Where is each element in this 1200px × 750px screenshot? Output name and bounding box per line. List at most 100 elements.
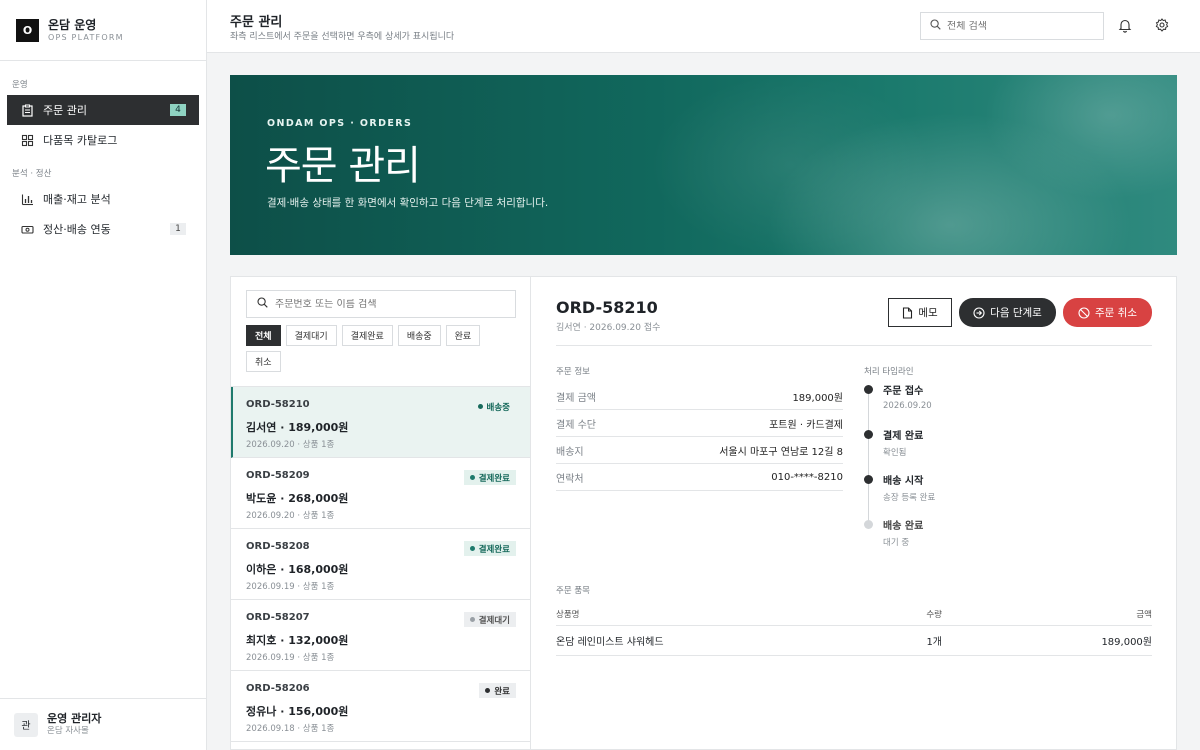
nav-section-operations: 운영 [12,80,28,90]
bell-icon[interactable] [1118,18,1134,34]
grid-icon [20,133,34,147]
timeline-step-sub: 송장 등록 완료 [883,493,936,503]
status-filter-chips: 전체 결제대기 결제완료 배송중 완료 취소 [246,325,516,372]
sidebar-item-orders[interactable]: 주문 관리 4 [7,95,199,125]
order-search-input[interactable] [275,298,495,310]
status-label: 완료 [494,686,510,697]
info-key: 연락처 [556,473,584,485]
status-badge: 완료 [479,683,516,698]
timeline-step-sub: 확인됨 [883,448,907,458]
order-meta: 2026.09.20 · 상품 1종 [246,440,335,450]
sidebar-item-settlement[interactable]: 정산·배송 연동 1 [7,214,199,244]
brand-name: 온담 운영 [48,17,97,32]
status-badge: 결제완료 [463,470,516,485]
status-dot-icon [469,475,475,480]
info-value: 010-****-8210 [771,471,843,483]
order-customer: 이하은 · 168,000원 [246,563,349,576]
item-amount: 189,000원 [1101,637,1152,648]
topbar: 주문 관리 좌측 리스트에서 주문을 선택하면 우측에 상세가 표시됩니다 [207,0,1200,53]
order-id: ORD-58206 [246,683,310,694]
next-step-button[interactable]: 다음 단계로 [959,298,1056,327]
search-icon [930,19,941,33]
timeline-step: 결제 완료 확인됨 [864,427,1124,472]
hero-subtitle: 결제·배송 상태를 한 화면에서 확인하고 다음 단계로 처리합니다. [267,197,549,209]
filter-chip-paid[interactable]: 결제완료 [341,325,393,346]
order-info-heading: 주문 정보 [556,367,590,377]
order-row[interactable]: ORD-58210 배송중 김서연 · 189,000원 2026.09.20 … [231,387,530,458]
status-dot-icon [485,688,491,693]
count-badge: 1 [170,223,186,235]
info-row-address: 배송지 서울시 마포구 연남로 12길 8 [556,437,843,464]
info-key: 결제 수단 [556,419,596,431]
status-label: 결제완료 [478,473,510,484]
clipboard-icon [20,103,34,117]
profile-subtitle: 온담 자사몰 [47,726,89,736]
divider [556,345,1152,346]
order-meta: 2026.09.19 · 상품 1종 [246,582,335,592]
gear-icon[interactable] [1155,18,1171,34]
info-value: 포트원 · 카드결제 [769,419,843,431]
order-detail-panel: ORD-58210 김서연 · 2026.09.20 접수 메모 다음 단계로 … [530,276,1177,750]
order-row[interactable]: ORD-58209 결제완료 박도윤 · 268,000원 2026.09.20… [231,458,530,529]
next-step-button-label: 다음 단계로 [990,307,1042,319]
status-dot-icon [477,404,483,409]
item-qty: 1개 [926,637,942,648]
table-header: 상품명 수량 금액 [556,602,1152,626]
status-label: 배송중 [486,402,510,413]
order-row[interactable]: ORD-58206 완료 정유나 · 156,000원 2026.09.18 ·… [231,671,530,742]
status-badge: 배송중 [472,399,516,414]
cancel-order-button[interactable]: 주문 취소 [1063,298,1152,327]
filter-chip-completed[interactable]: 완료 [445,325,481,346]
order-row[interactable]: ORD-58208 결제완료 이하은 · 168,000원 2026.09.19… [231,529,530,600]
brand[interactable]: O 온담 운영 OPS PLATFORM [0,0,206,61]
sidebar-item-label: 주문 관리 [43,104,87,117]
money-icon [20,222,34,236]
memo-button-label: 메모 [918,307,938,319]
page-subtitle: 좌측 리스트에서 주문을 선택하면 우측에 상세가 표시됩니다 [230,32,455,42]
timeline-step: 배송 시작 송장 등록 완료 [864,472,1124,517]
order-search[interactable] [246,290,516,318]
order-row[interactable]: ORD-58207 결제대기 최지호 · 132,000원 2026.09.19… [231,600,530,671]
info-key: 배송지 [556,446,584,458]
timeline-step-sub: 대기 중 [883,538,910,548]
avatar: 관 [14,712,38,737]
timeline-step: 배송 완료 대기 중 [864,517,1124,562]
brand-logo: O [16,18,39,42]
global-search[interactable] [920,12,1104,40]
order-items-heading: 주문 품목 [556,586,590,596]
status-badge: 결제완료 [463,541,516,556]
sidebar-item-analytics[interactable]: 매출·재고 분석 [7,184,199,214]
filter-chip-pending-payment[interactable]: 결제대기 [285,325,337,346]
process-timeline: 주문 접수 2026.09.20 결제 완료 확인됨 배송 시작 송장 등록 완… [864,382,1124,562]
info-value: 서울시 마포구 연남로 12길 8 [719,446,843,458]
filter-chip-all[interactable]: 전체 [246,325,281,346]
bar-chart-icon [20,192,34,206]
column-header-qty: 수량 [926,609,942,620]
sidebar-item-label: 다품목 카탈로그 [43,134,118,147]
status-dot-icon [469,617,475,622]
item-name: 온담 레인미스트 샤워헤드 [556,637,664,648]
sidebar-item-catalog[interactable]: 다품목 카탈로그 [7,125,199,155]
timeline-step-title: 배송 시작 [883,476,924,487]
filter-chip-cancelled[interactable]: 취소 [246,351,281,372]
timeline-step-sub: 2026.09.20 [883,401,932,411]
filter-chip-shipping[interactable]: 배송중 [397,325,441,346]
status-label: 결제대기 [478,615,510,626]
column-header-name: 상품명 [556,609,580,620]
timeline-heading: 처리 타임라인 [864,367,914,377]
global-search-input[interactable] [947,20,1097,32]
order-items-table: 상품명 수량 금액 온담 레인미스트 샤워헤드 1개 189,000원 [556,602,1152,656]
hero-banner: ONDAM OPS · ORDERS 주문 관리 결제·배송 상태를 한 화면에… [230,75,1177,255]
order-list: ORD-58210 배송중 김서연 · 189,000원 2026.09.20 … [231,386,530,742]
memo-button[interactable]: 메모 [888,298,952,327]
nav-section-analytics: 분석 · 정산 [12,169,52,179]
timeline-step: 주문 접수 2026.09.20 [864,382,1124,427]
brand-subtitle: OPS PLATFORM [48,32,124,42]
timeline-step-title: 주문 접수 [883,386,924,397]
hero-eyebrow: ONDAM OPS · ORDERS [267,118,413,129]
count-badge: 4 [170,104,186,116]
cancel-order-button-label: 주문 취소 [1095,307,1137,319]
info-row-payment-method: 결제 수단 포트원 · 카드결제 [556,410,843,437]
user-profile[interactable]: 관 운영 관리자 온담 자사몰 [0,698,206,750]
status-label: 결제완료 [478,544,510,555]
